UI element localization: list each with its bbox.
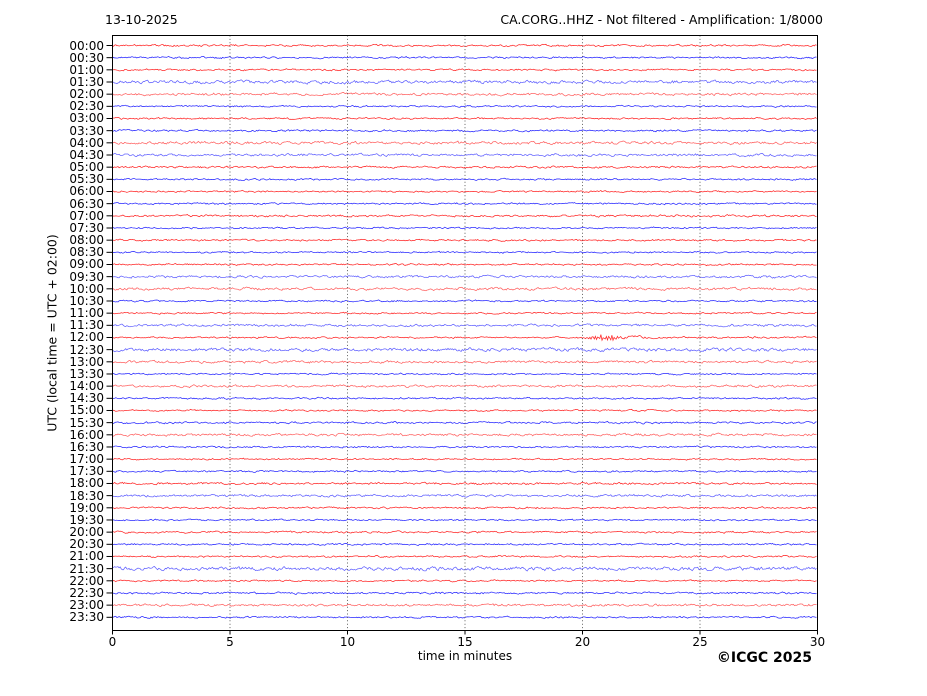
seismogram-trace	[112, 68, 817, 72]
seismogram-trace	[112, 493, 817, 498]
y-tick-label: 19:00	[69, 500, 104, 515]
y-tick-label: 18:30	[69, 488, 104, 503]
seismogram-trace	[112, 530, 817, 534]
seismogram-trace	[112, 226, 817, 230]
seismogram-trace	[112, 311, 817, 315]
y-tick-label: 21:30	[69, 561, 104, 576]
seismogram-trace	[112, 202, 817, 206]
seismogram-trace	[112, 262, 817, 267]
seismogram-trace	[112, 384, 817, 389]
seismogram-trace	[112, 603, 817, 608]
seismogram-trace	[112, 359, 817, 364]
seismogram-trace	[112, 104, 817, 108]
seismogram-trace	[112, 542, 817, 546]
seismogram-page: 13-10-2025 CA.CORG..HHZ - Not filtered -…	[0, 0, 927, 696]
x-tick-label: 15	[457, 635, 473, 649]
seismogram-trace	[112, 506, 817, 510]
x-tick-label: 0	[108, 635, 117, 649]
seismogram-trace	[112, 250, 817, 254]
seismogram-trace	[112, 334, 817, 342]
y-axis-label: UTC (local time = UTC + 02:00)	[44, 234, 60, 432]
x-tick-label: 30	[809, 635, 826, 649]
y-tick-label: 06:00	[69, 184, 104, 199]
seismogram-trace	[112, 299, 817, 303]
y-tick-label: 23:30	[69, 610, 104, 625]
seismogram-trace	[112, 274, 817, 279]
seismogram-trace	[112, 79, 817, 85]
x-tick-label: 25	[692, 635, 708, 649]
seismogram-trace	[112, 323, 817, 328]
y-tick-label: 22:00	[69, 573, 104, 588]
y-tick-label: 03:00	[69, 111, 104, 126]
y-tick-label: 07:00	[69, 208, 104, 223]
seismogram-trace	[112, 566, 817, 572]
seismogram-trace	[112, 116, 817, 121]
seismogram-trace	[112, 591, 817, 595]
seismogram-trace	[112, 55, 817, 60]
seismogram-trace	[112, 396, 817, 400]
seismogram-trace	[112, 286, 817, 292]
seismogram-trace	[112, 152, 817, 158]
seismogram-trace	[112, 346, 817, 353]
seismogram-trace	[112, 43, 817, 48]
seismogram-trace	[112, 165, 817, 169]
seismogram-trace	[112, 554, 817, 559]
copyright-label: ©ICGC 2025	[716, 650, 812, 666]
seismogram-trace	[112, 445, 817, 449]
y-tick-label: 18:00	[69, 476, 104, 491]
seismogram-trace	[112, 481, 817, 486]
seismogram-trace	[112, 457, 817, 461]
x-axis-label: time in minutes	[417, 649, 513, 663]
seismogram-trace	[112, 615, 817, 619]
x-tick-label: 10	[339, 635, 356, 649]
y-tick-label: 06:30	[69, 196, 104, 211]
seismogram-trace	[112, 213, 817, 218]
seismogram-plot	[106, 35, 818, 635]
seismogram-trace	[112, 372, 817, 376]
seismogram-trace	[112, 408, 817, 412]
seismogram-trace	[112, 469, 817, 473]
y-tick-label: 00:00	[69, 38, 104, 53]
seismogram-trace	[112, 579, 817, 583]
seismogram-trace	[112, 140, 817, 146]
y-tick-label: 21:00	[69, 549, 104, 564]
y-tick-label: 00:30	[69, 50, 104, 65]
x-tick-label: 20	[574, 635, 591, 649]
seismogram-trace	[112, 189, 817, 193]
seismogram-trace	[112, 238, 817, 242]
x-tick-label: 5	[226, 635, 234, 649]
seismogram-trace	[112, 518, 817, 522]
seismogram-trace	[112, 128, 817, 133]
seismogram-trace	[112, 92, 817, 97]
y-tick-label: 04:00	[69, 135, 104, 150]
seismogram-trace	[112, 177, 817, 182]
seismogram-trace	[112, 420, 817, 425]
seismogram-trace	[112, 432, 817, 437]
y-tick-label: 03:30	[69, 123, 104, 138]
